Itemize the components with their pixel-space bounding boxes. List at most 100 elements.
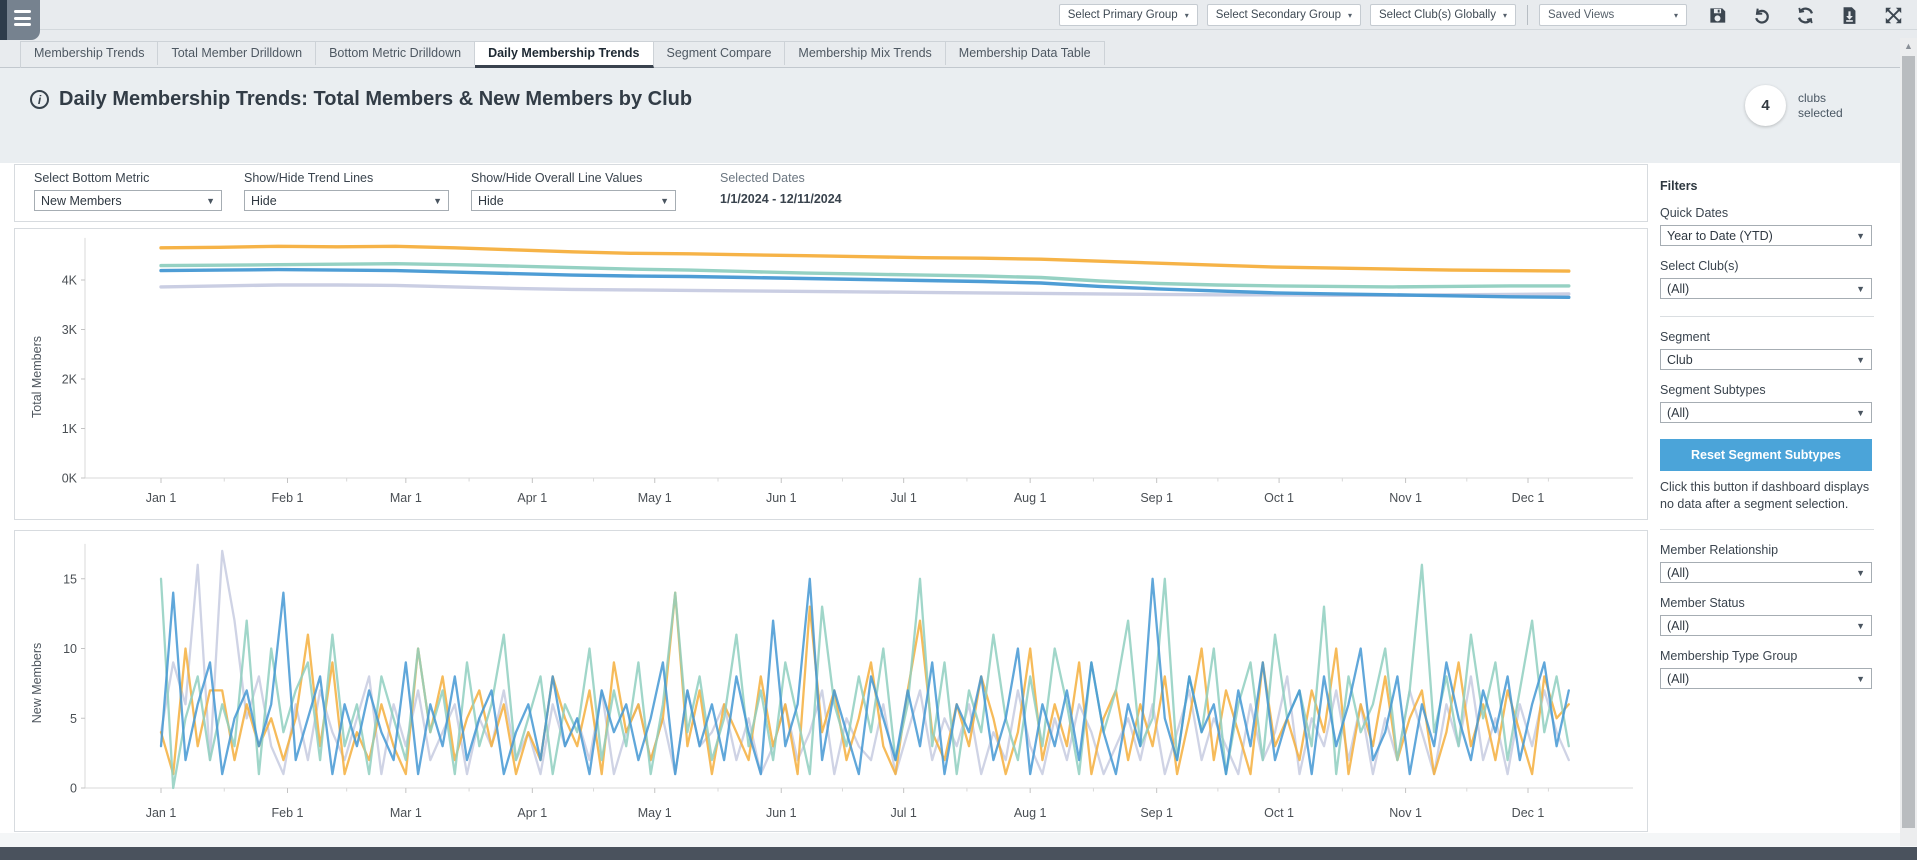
x-tick-label: Aug 1 <box>1014 806 1047 820</box>
sidebar-divider <box>1660 316 1874 317</box>
x-tick-label: Sep 1 <box>1140 806 1173 820</box>
chevron-down-icon: ▾ <box>1502 10 1507 20</box>
page-title: i Daily Membership Trends: Total Members… <box>30 88 692 111</box>
hamburger-menu-button[interactable] <box>0 0 40 40</box>
menu-accent-strip <box>0 0 7 40</box>
top-toolbar: Select Primary Group ▾ Select Secondary … <box>0 0 1917 30</box>
chevron-down-icon: ▼ <box>1856 620 1865 631</box>
page-title-text: Daily Membership Trends: Total Members &… <box>59 88 693 110</box>
chevron-down-icon: ▼ <box>1856 407 1865 418</box>
bottom-dark-bar <box>0 847 1917 860</box>
select-secondary-group-label: Select Secondary Group <box>1215 9 1341 21</box>
total-members-chart[interactable]: 0K 1K 2K 3K 4K Jan 1 Feb 1 Mar 1 Apr 1 May 1 Jun 1… <box>15 229 1647 519</box>
chevron-down-icon: ▾ <box>1184 10 1189 20</box>
member-status-select[interactable]: (All) ▼ <box>1660 615 1872 636</box>
y-tick-label: 0K <box>62 472 78 486</box>
total-members-chart-card: 0K 1K 2K 3K 4K Jan 1 Feb 1 Mar 1 Apr 1 May 1 Jun 1… <box>14 228 1648 520</box>
select-primary-group-button[interactable]: Select Primary Group ▾ <box>1058 4 1198 26</box>
x-tick-label: Apr 1 <box>517 806 547 820</box>
y-tick-label: 3K <box>62 323 78 337</box>
x-tick-label: Dec 1 <box>1512 806 1545 820</box>
x-tick-label: Dec 1 <box>1512 491 1545 505</box>
trend-lines-select[interactable]: Hide ▼ <box>244 190 449 211</box>
trend-lines-value: Hide <box>251 193 277 208</box>
tab-membership-mix-trends[interactable]: Membership Mix Trends <box>785 41 946 65</box>
y-tick-label: 2K <box>62 373 78 387</box>
segment-subtypes-label: Segment Subtypes <box>1660 383 1766 397</box>
select-clubs-globally-button[interactable]: Select Club(s) Globally ▾ <box>1370 4 1516 26</box>
x-tick-label: Jul 1 <box>890 806 916 820</box>
x-tick-label: Apr 1 <box>517 491 547 505</box>
tab-bar: Membership Trends Total Member Drilldown… <box>0 30 1917 68</box>
chevron-down-icon: ▼ <box>1856 673 1865 684</box>
y-tick-label: 10 <box>63 642 77 656</box>
x-tick-label: Mar 1 <box>390 491 422 505</box>
saved-views-label: Saved Views <box>1548 9 1615 21</box>
x-tick-label: Aug 1 <box>1014 491 1047 505</box>
info-icon[interactable]: i <box>30 90 49 109</box>
select-primary-group-label: Select Primary Group <box>1067 9 1178 21</box>
overall-values-label: Show/Hide Overall Line Values <box>471 171 643 185</box>
selected-dates-value: 1/1/2024 - 12/11/2024 <box>720 192 842 206</box>
tab-membership-trends[interactable]: Membership Trends <box>21 41 159 65</box>
new-members-chart[interactable]: 0 5 10 15 Jan 1 Feb 1 Mar 1 Apr 1 May 1 Jun 1 Jul … <box>15 531 1647 831</box>
y-axis-title: Total Members <box>30 336 44 418</box>
chevron-down-icon: ▾ <box>1348 10 1353 20</box>
x-tick-label: Jun 1 <box>766 491 797 505</box>
chart-controls-card: Select Bottom Metric New Members ▼ Show/… <box>14 164 1648 222</box>
x-tick-label: Sep 1 <box>1140 491 1173 505</box>
segment-value: Club <box>1667 352 1693 367</box>
x-tick-label: May 1 <box>638 491 672 505</box>
overall-values-select[interactable]: Hide ▼ <box>471 190 676 211</box>
filters-sidebar: Filters Quick Dates Year to Date (YTD) ▼… <box>1660 163 1874 689</box>
sidebar-divider <box>1660 529 1874 530</box>
tab-total-member-drilldown[interactable]: Total Member Drilldown <box>158 41 317 65</box>
chevron-down-icon: ▾ <box>1673 10 1678 20</box>
select-clubs-select[interactable]: (All) ▼ <box>1660 278 1872 299</box>
reset-segment-subtypes-button[interactable]: Reset Segment Subtypes <box>1660 439 1872 471</box>
member-status-value: (All) <box>1667 618 1690 633</box>
chevron-down-icon: ▼ <box>660 195 669 206</box>
scrollbar-up-arrow[interactable]: ▲ <box>1900 41 1917 51</box>
x-tick-label: Feb 1 <box>272 491 304 505</box>
tab-segment-compare[interactable]: Segment Compare <box>653 41 786 65</box>
x-tick-label: May 1 <box>638 806 672 820</box>
member-relationship-value: (All) <box>1667 565 1690 580</box>
x-tick-label: Feb 1 <box>272 806 304 820</box>
save-icon[interactable] <box>1708 6 1727 25</box>
select-secondary-group-button[interactable]: Select Secondary Group ▾ <box>1206 4 1362 26</box>
refresh-icon[interactable] <box>1796 6 1815 25</box>
tab-bottom-metric-drilldown[interactable]: Bottom Metric Drilldown <box>316 41 476 65</box>
chevron-down-icon: ▼ <box>206 195 215 206</box>
clubs-selected-label: clubs selected <box>1798 91 1843 120</box>
bottom-metric-select[interactable]: New Members ▼ <box>34 190 222 211</box>
scrollbar-thumb[interactable] <box>1902 56 1915 828</box>
clubs-selected-count: 4 <box>1761 97 1770 114</box>
quick-dates-select[interactable]: Year to Date (YTD) ▼ <box>1660 225 1872 246</box>
segment-subtypes-value: (All) <box>1667 405 1690 420</box>
segment-subtypes-select[interactable]: (All) ▼ <box>1660 402 1872 423</box>
segment-label: Segment <box>1660 330 1711 344</box>
download-icon[interactable] <box>1840 6 1859 25</box>
y-axis-title: New Members <box>30 643 44 724</box>
y-tick-label: 1K <box>62 422 78 436</box>
membership-type-group-select[interactable]: (All) ▼ <box>1660 668 1872 689</box>
selected-dates-label: Selected Dates <box>720 171 805 185</box>
y-tick-label: 15 <box>63 572 77 586</box>
tab-daily-membership-trends[interactable]: Daily Membership Trends <box>475 41 654 68</box>
toolbar-divider <box>1527 5 1528 25</box>
new-members-chart-card: 0 5 10 15 Jan 1 Feb 1 Mar 1 Apr 1 May 1 Jun 1 Jul … <box>14 530 1648 832</box>
chevron-down-icon: ▼ <box>1856 567 1865 578</box>
chevron-down-icon: ▼ <box>1856 283 1865 294</box>
member-relationship-select[interactable]: (All) ▼ <box>1660 562 1872 583</box>
expand-icon[interactable] <box>1884 6 1903 25</box>
series-line-club-amber[interactable] <box>159 244 1571 273</box>
chevron-down-icon: ▼ <box>433 195 442 206</box>
segment-select[interactable]: Club ▼ <box>1660 349 1872 370</box>
membership-type-group-value: (All) <box>1667 671 1690 686</box>
saved-views-dropdown[interactable]: Saved Views ▾ <box>1539 4 1687 26</box>
x-tick-label: Oct 1 <box>1264 491 1294 505</box>
undo-icon[interactable] <box>1752 6 1771 25</box>
vertical-scrollbar[interactable]: ▲ <box>1900 38 1917 846</box>
tab-membership-data-table[interactable]: Membership Data Table <box>945 41 1105 65</box>
